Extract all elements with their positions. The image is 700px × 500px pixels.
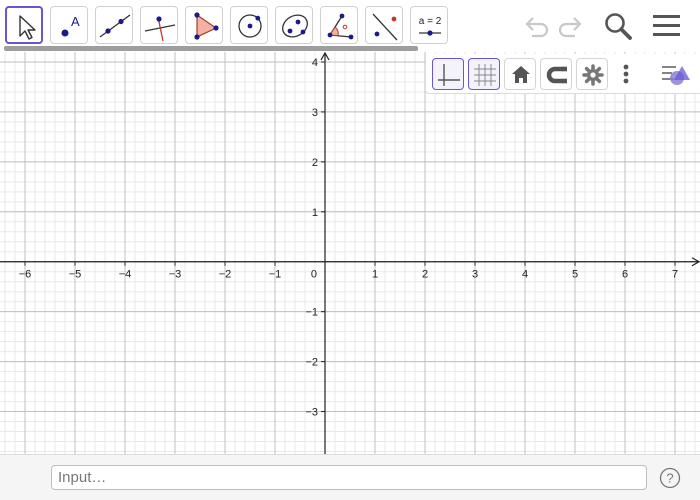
help-icon[interactable]: ? [659,467,681,489]
redo-icon[interactable] [556,10,588,42]
y-axis-tick-labels: −3 −2 −1 1 2 3 4 [305,57,318,419]
perpendicular-line-tool-button[interactable] [140,6,178,44]
polygon-tool-icon [194,12,219,40]
perpendicular-line-tool-icon [144,16,176,42]
circle-tool-button[interactable] [230,6,268,44]
x-tick-label: 6 [622,269,628,281]
magnet-icon [546,66,567,84]
x-tick-label: 3 [472,269,478,281]
x-tick-label: −3 [169,269,182,281]
x-tick-label: 1 [372,269,378,281]
reflect-tool-icon [372,13,398,41]
menu-icon[interactable] [650,10,682,42]
toolbar: A a = 2 [0,0,700,52]
conic-tool-button[interactable] [275,6,313,44]
style-bar-toggle-button[interactable] [660,58,696,90]
x-tick-label: 7 [672,269,678,281]
x-tick-label: 5 [572,269,578,281]
settings-button[interactable] [576,58,608,90]
style-bar-toggle-icon [662,66,690,85]
slider-tool-button[interactable]: a = 2 [410,6,448,44]
move-tool-icon [19,15,36,40]
origin-label: 0 [311,269,317,281]
y-tick-label: −1 [305,307,318,319]
slider-tool-icon: a = 2 [419,16,442,36]
x-tick-label: −1 [269,269,282,281]
grid-toggle-button[interactable] [468,58,500,90]
x-tick-label: 4 [522,269,528,281]
search-icon[interactable] [602,10,634,42]
x-tick-label: 2 [422,269,428,281]
y-tick-label: 2 [312,157,318,169]
angle-tool-button[interactable] [320,6,358,44]
grid-toggle-icon [474,64,496,86]
toolbar-scrollbar[interactable] [4,46,418,51]
axes-toggle-icon [438,64,460,86]
line-tool-button[interactable] [95,6,133,44]
x-tick-label: −6 [19,269,32,281]
point-tool-icon: A [61,14,80,37]
y-tick-label: 1 [312,207,318,219]
undo-icon[interactable] [519,10,551,42]
x-tick-label: −4 [119,269,132,281]
circle-tool-icon [238,14,262,38]
conic-tool-icon [282,14,308,38]
y-tick-label: 3 [312,107,318,119]
style-bar [425,54,700,94]
algebra-input[interactable] [51,465,647,490]
x-tick-label: −5 [69,269,82,281]
angle-tool-icon [327,13,354,40]
more-options-button[interactable] [616,58,636,90]
polygon-tool-button[interactable] [185,6,223,44]
y-tick-label: −2 [305,357,318,369]
point-tool-label: A [71,14,80,29]
move-tool-button[interactable] [5,6,43,44]
more-options-icon [623,64,629,84]
y-tick-label: −3 [305,407,318,419]
x-axis-tick-labels: −6 −5 −4 −3 −2 −1 1 2 3 4 5 6 7 [19,269,678,281]
line-tool-icon [99,14,131,38]
point-tool-button[interactable]: A [50,6,88,44]
home-button[interactable] [504,58,536,90]
svg-text:?: ? [666,471,673,486]
slider-tool-label: a = 2 [419,16,442,27]
axes-toggle-button[interactable] [432,58,464,90]
settings-icon [582,64,604,86]
x-tick-label: −2 [219,269,232,281]
input-bar: ? [0,454,700,500]
home-icon [512,66,530,83]
reflect-tool-button[interactable] [365,6,403,44]
graphics-view[interactable]: −6 −5 −4 −3 −2 −1 1 2 3 4 5 6 7 −3 −2 −1 1 2 3 4 0 [0,52,700,454]
magnet-button[interactable] [540,58,572,90]
y-tick-label: 4 [312,57,318,69]
